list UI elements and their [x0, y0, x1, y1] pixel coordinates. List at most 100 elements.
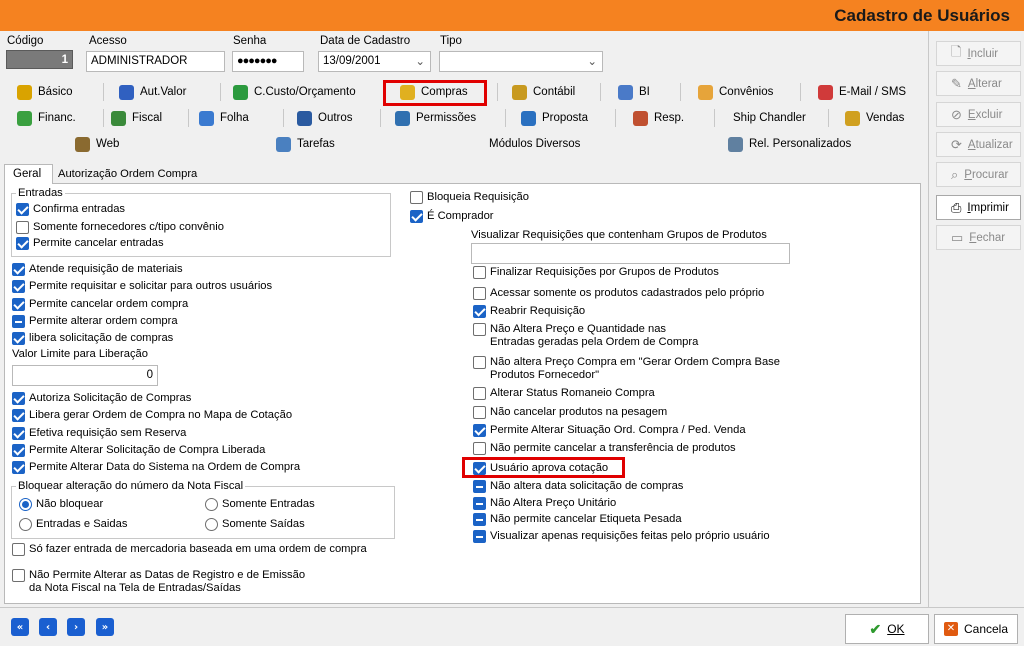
tab-proposta[interactable]: Proposta	[521, 107, 588, 129]
tab-bi[interactable]: BI	[618, 81, 650, 103]
checkbox-box	[473, 530, 486, 543]
ok-button[interactable]: ✔ OK	[845, 614, 929, 644]
tab-folha[interactable]: Folha	[199, 107, 249, 129]
tab-permissoes[interactable]: Permissões	[395, 107, 476, 129]
tab-web[interactable]: Web	[75, 133, 119, 155]
cancel-button[interactable]: ✕ Cancela	[934, 614, 1018, 644]
checkbox-nao-permite-alterar-as-datas-de-registro[interactable]: Não Permite Alterar as Datas de Registro…	[12, 569, 305, 595]
checkbox-text: libera solicitação de compras	[29, 332, 173, 345]
checkbox-box	[473, 287, 486, 300]
radio-nao-bloquear[interactable]: Não bloquear	[19, 498, 103, 511]
checkbox-box	[12, 392, 25, 405]
tab-financ[interactable]: Financ.	[17, 107, 76, 129]
data-cadastro-field[interactable]: 13/09/2001 ⌄	[318, 51, 431, 72]
alterar-button[interactable]: ✎ Alterar	[936, 71, 1021, 96]
checkbox-permite-alterar-data-do-sistema-na-ordem[interactable]: Permite Alterar Data do Sistema na Ordem…	[12, 461, 300, 474]
last-record-button[interactable]: »	[96, 618, 114, 636]
tab-ship-chandler[interactable]: Ship Chandler	[733, 107, 806, 129]
subtab-geral[interactable]: Geral	[4, 164, 53, 184]
incluir-button[interactable]: 🗋 Incluir	[936, 41, 1021, 66]
checkbox-text: Só fazer entrada de mercadoria baseada e…	[29, 543, 367, 556]
tab-modulos-diversos[interactable]: Módulos Diversos	[489, 133, 580, 155]
imprimir-button[interactable]: ⎙ Imprimir	[936, 195, 1021, 220]
checkbox-libera-solicitacao-de-compras[interactable]: libera solicitação de compras	[12, 332, 173, 345]
tab-rel-personalizados[interactable]: Rel. Personalizados	[728, 133, 851, 155]
c-custo-orcamento-icon	[233, 84, 248, 100]
checkbox-label: Bloqueia Requisição	[427, 191, 529, 203]
radio-somente-entradas[interactable]: Somente Entradas	[205, 498, 315, 511]
checkbox-label: Não Altera Preço e Quantidade nas	[490, 323, 667, 335]
checkbox-nao-permite-cancelar-a-transferencia-de-[interactable]: Não permite cancelar a transferência de …	[473, 442, 736, 455]
tab-basico[interactable]: Básico	[17, 81, 73, 103]
checkbox-finalizar-requisicoes-por-grupos-de-prod[interactable]: Finalizar Requisições por Grupos de Prod…	[473, 266, 719, 279]
valor-limite-field[interactable]: 0	[12, 365, 158, 386]
checkbox-reabrir-requisicao[interactable]: Reabrir Requisição	[473, 305, 585, 318]
chevron-down-icon[interactable]: ⌄	[587, 54, 597, 68]
checkbox-nao-altera-preco-compra-em-gerar-ordem-c[interactable]: Não altera Preço Compra em "Gerar Ordem …	[473, 356, 780, 382]
checkbox-confirma-entradas[interactable]: Confirma entradas	[16, 203, 125, 216]
checkbox-autoriza-solicitacao-de-compras[interactable]: Autoriza Solicitação de Compras	[12, 392, 191, 405]
next-record-button[interactable]: ›	[67, 618, 85, 636]
radio-somente-saidas[interactable]: Somente Saídas	[205, 518, 305, 531]
permissoes-icon	[395, 110, 410, 126]
atualizar-button[interactable]: ⟳ Atualizar	[936, 132, 1021, 157]
checkbox-label: Não Permite Alterar as Datas de Registro…	[29, 569, 306, 581]
radio-label: Somente Saídas	[222, 518, 305, 530]
visualizar-grupos-field[interactable]	[471, 243, 790, 264]
checkbox-nao-permite-cancelar-etiqueta-pesada[interactable]: Não permite cancelar Etiqueta Pesada	[473, 513, 682, 526]
checkbox-somente-fornecedores-c-tipo-convenio[interactable]: Somente fornecedores c/tipo convênio	[16, 221, 224, 234]
procurar-button[interactable]: ⌕ Procurar	[936, 162, 1021, 187]
tab-convenios[interactable]: Convênios	[698, 81, 773, 103]
subtab-autorizacao[interactable]: Autorização Ordem Compra	[54, 166, 201, 182]
checkbox-text: Permite Alterar Situação Ord. Compra / P…	[490, 424, 746, 437]
tab-tarefas[interactable]: Tarefas	[276, 133, 335, 155]
checkbox-nao-cancelar-produtos-na-pesagem[interactable]: Não cancelar produtos na pesagem	[473, 406, 667, 419]
checkbox-permite-alterar-situacao-ord-compra-ped-[interactable]: Permite Alterar Situação Ord. Compra / P…	[473, 424, 746, 437]
checkbox-nao-altera-preco-e-quantidade-nas[interactable]: Não Altera Preço e Quantidade nas Entrada…	[473, 323, 698, 349]
checkbox-text: Permite Alterar Data do Sistema na Ordem…	[29, 461, 300, 474]
checkbox-permite-cancelar-entradas[interactable]: Permite cancelar entradas	[16, 237, 164, 250]
chevron-down-icon[interactable]: ⌄	[415, 54, 425, 68]
tab-c-custo-orcamento[interactable]: C.Custo/Orçamento	[233, 81, 356, 103]
e-mail-sms-icon	[818, 84, 833, 100]
doc-icon: 🗋	[951, 43, 962, 59]
checkbox-libera-gerar-ordem-de-compra-no-mapa-de-[interactable]: Libera gerar Ordem de Compra no Mapa de …	[12, 409, 292, 422]
excluir-button[interactable]: ⊘ Excluir	[936, 102, 1021, 127]
fiscal-icon	[111, 110, 126, 126]
checkbox-visualizar-apenas-requisicoes-feitas-pel[interactable]: Visualizar apenas requisições feitas pel…	[473, 530, 770, 543]
checkbox-text: Visualizar apenas requisições feitas pel…	[490, 530, 770, 543]
prev-record-button[interactable]: ‹	[39, 618, 57, 636]
checkbox-box	[12, 315, 25, 328]
checkbox-permite-alterar-ordem-compra[interactable]: Permite alterar ordem compra	[12, 315, 178, 328]
radio-entradas-saidas[interactable]: Entradas e Saidas	[19, 518, 127, 531]
first-record-button[interactable]: «	[11, 618, 29, 636]
checkbox-efetiva-requisicao-sem-reserva[interactable]: Efetiva requisição sem Reserva	[12, 427, 186, 440]
checkbox-label: Permite Alterar Data do Sistema na Ordem…	[29, 461, 301, 473]
checkbox-permite-requisitar-e-solicitar-para-outr[interactable]: Permite requisitar e solicitar para outr…	[12, 280, 272, 293]
tab-resp[interactable]: Resp.	[633, 107, 684, 129]
folha-icon	[199, 110, 214, 126]
tab-outros[interactable]: Outros	[297, 107, 353, 129]
checkbox-permite-cancelar-ordem-compra[interactable]: Permite cancelar ordem compra	[12, 298, 188, 311]
button-label: Atualizar	[968, 139, 1013, 151]
checkbox-alterar-status-romaneio-compra[interactable]: Alterar Status Romaneio Compra	[473, 387, 655, 400]
tab-contabil[interactable]: Contábil	[512, 81, 575, 103]
codigo-field[interactable]: 1	[6, 50, 73, 69]
tab-aut-valor[interactable]: Aut.Valor	[119, 81, 186, 103]
fechar-button[interactable]: ▭ Fechar	[936, 225, 1021, 250]
checkbox-permite-alterar-solicitacao-de-compra-li[interactable]: Permite Alterar Solicitação de Compra Li…	[12, 444, 265, 457]
tab-fiscal[interactable]: Fiscal	[111, 107, 162, 129]
checkbox-acessar-somente-os-produtos-cadastrados-[interactable]: Acessar somente os produtos cadastrados …	[473, 287, 764, 300]
tab-e-mail-sms[interactable]: E-Mail / SMS	[818, 81, 906, 103]
tab-vendas[interactable]: Vendas	[845, 107, 904, 129]
checkbox-nao-altera-preco-unitario[interactable]: Não Altera Preço Unitário	[473, 497, 616, 510]
checkbox-e-comprador[interactable]: É Comprador	[410, 210, 494, 223]
checkbox-atende-requisicao-de-materiais[interactable]: Atende requisição de materiais	[12, 263, 183, 276]
senha-field[interactable]: ●●●●●●●	[232, 51, 304, 72]
checkbox-nao-altera-data-solicitacao-de-compras[interactable]: Não altera data solicitação de compras	[473, 480, 683, 493]
acesso-field[interactable]: ADMINISTRADOR	[86, 51, 225, 72]
checkbox-so-fazer-entrada-de-mercadoria-baseada-e[interactable]: Só fazer entrada de mercadoria baseada e…	[12, 543, 367, 556]
tipo-select[interactable]: ⌄	[439, 51, 603, 72]
checkbox-label: Não Altera Preço Unitário	[490, 497, 617, 509]
checkbox-bloqueia-requisicao[interactable]: Bloqueia Requisição	[410, 191, 529, 204]
